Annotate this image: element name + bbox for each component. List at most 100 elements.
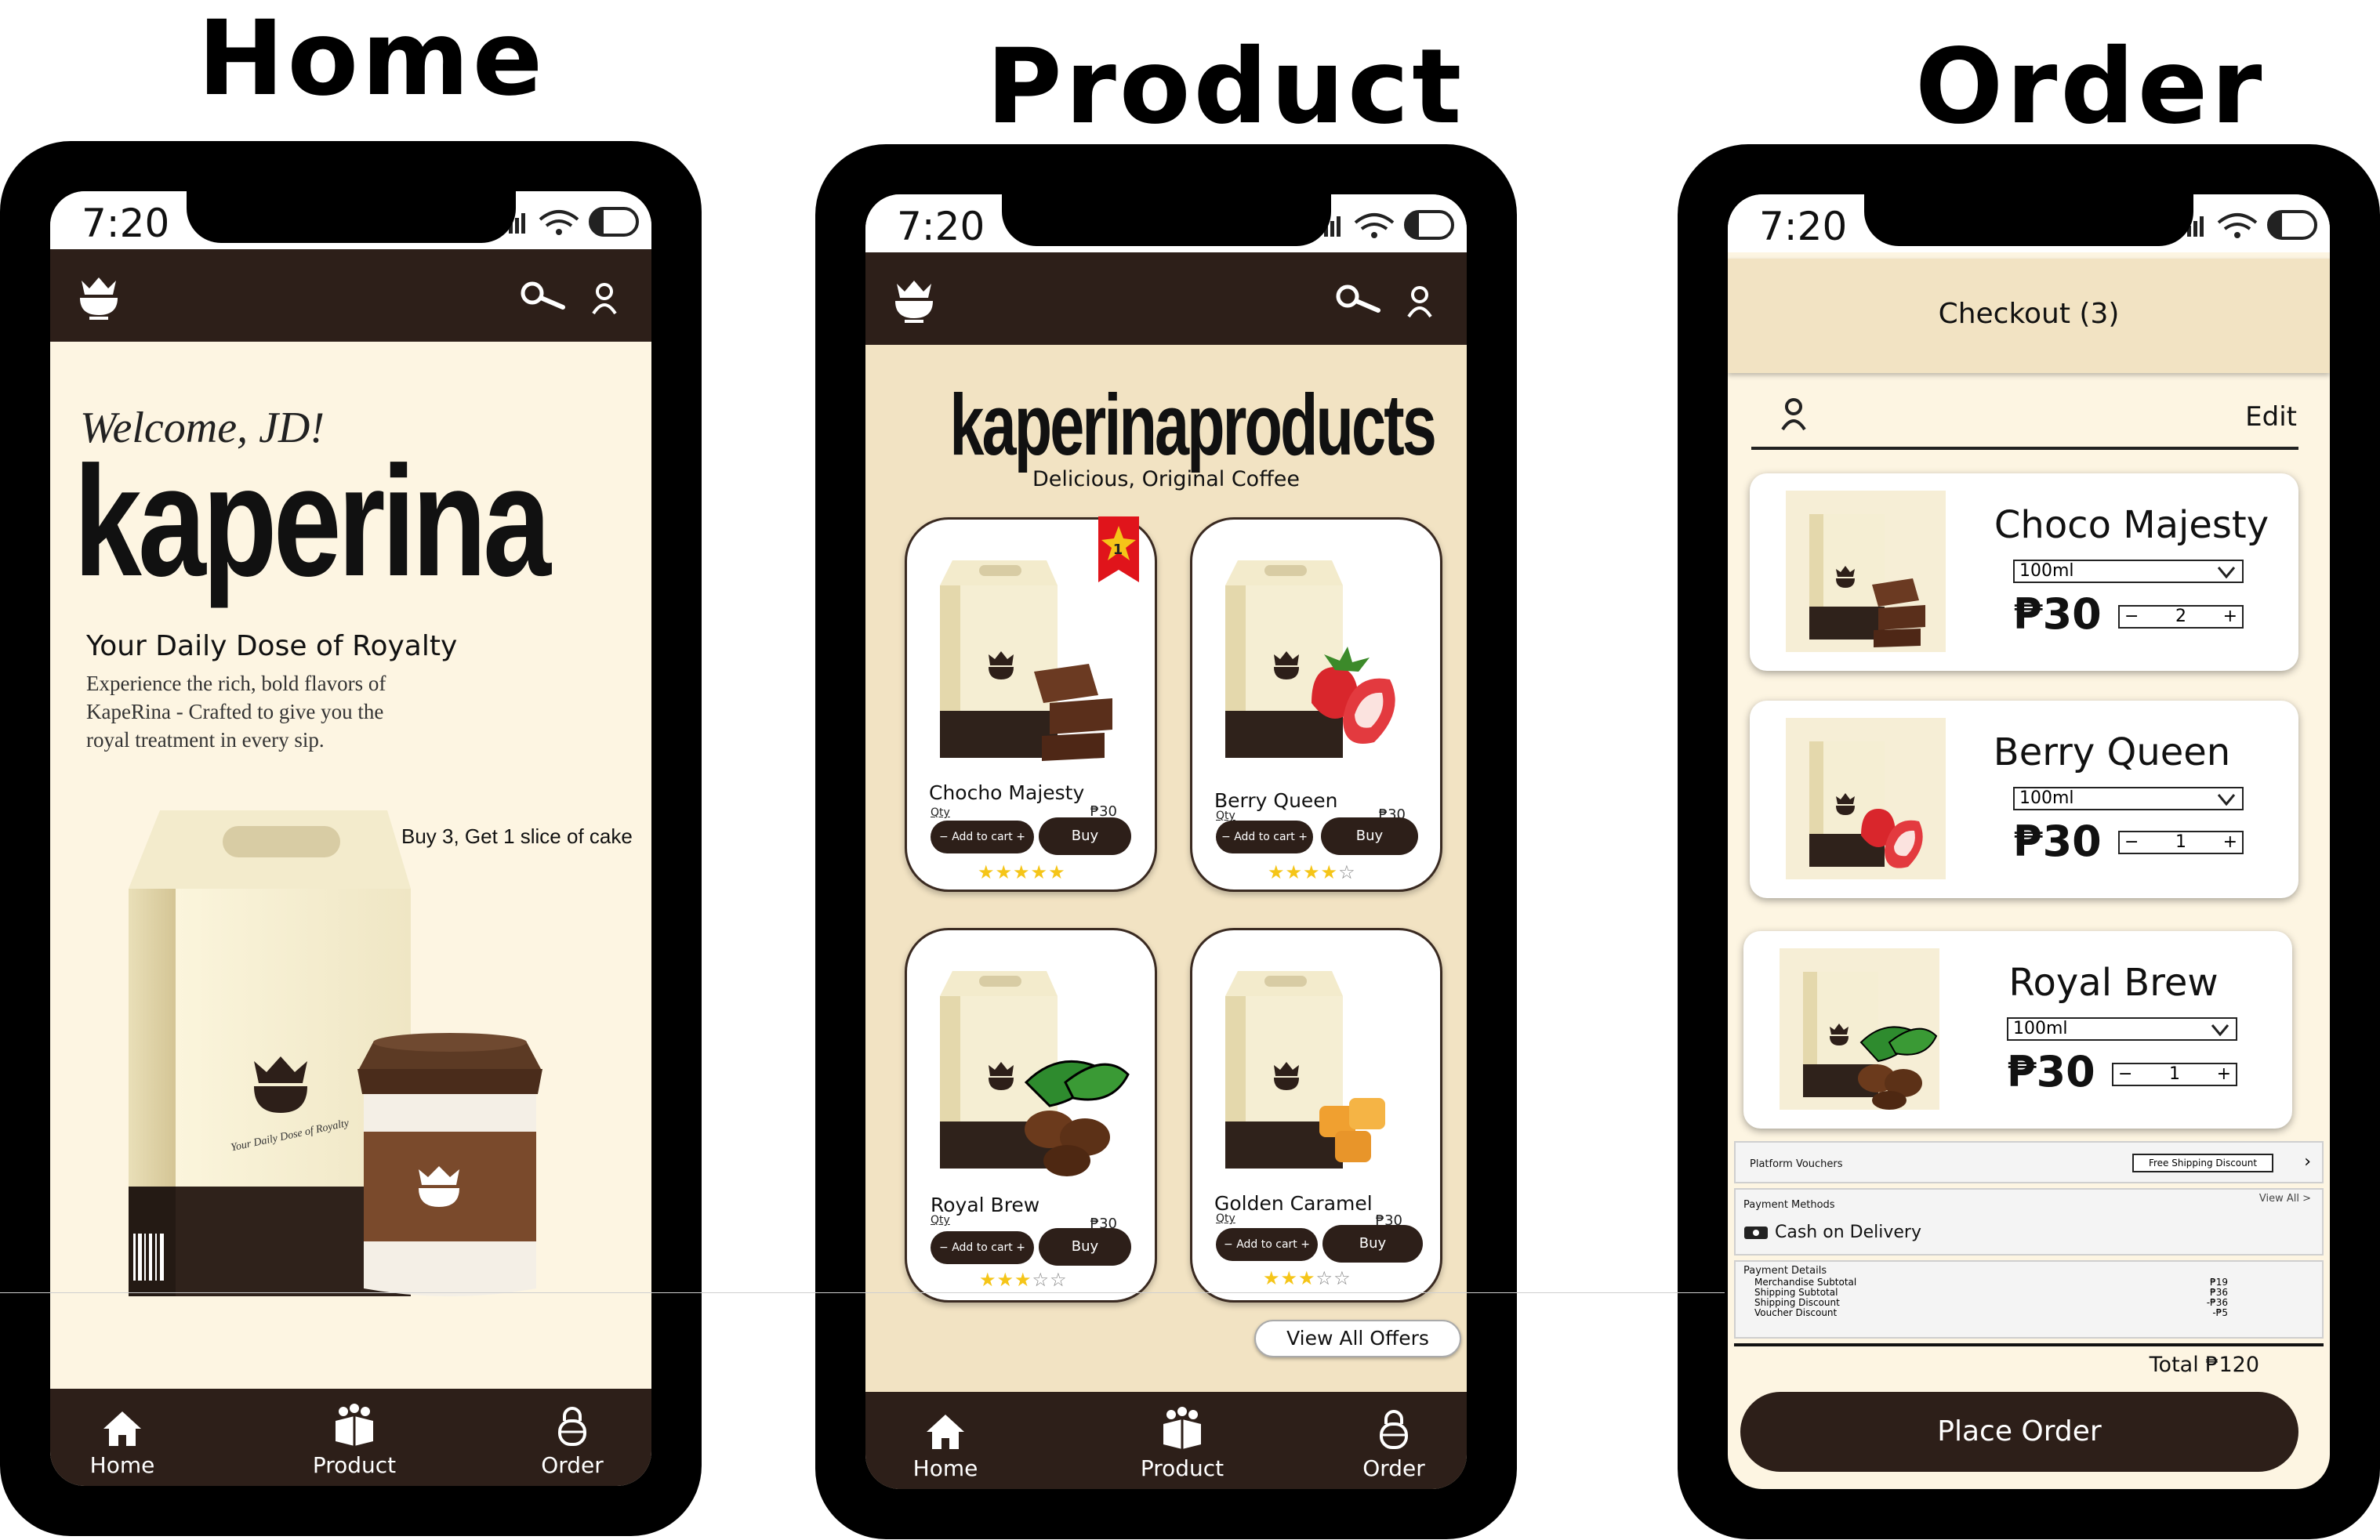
platform-vouchers-row[interactable]: Platform Vouchers Free Shipping Discount…	[1734, 1141, 2324, 1183]
product-card[interactable]: Golden Caramel Qty ₱30 − Add to cart + B…	[1190, 928, 1442, 1303]
buy-button[interactable]: Buy	[1322, 1225, 1423, 1263]
quantity-stepper[interactable]: − 1 +	[2112, 1063, 2237, 1086]
nav-home-label: Home	[89, 1452, 155, 1478]
vouchers-label: Platform Vouchers	[1750, 1158, 1843, 1170]
divider	[1751, 447, 2298, 450]
chevron-down-icon	[2217, 794, 2236, 806]
star-filled-icon: ★	[978, 861, 996, 883]
order-screen: 7:20 Checkout (3) Edit Choco Majesty 100…	[1728, 194, 2330, 1489]
chevron-down-icon	[2217, 567, 2236, 578]
nav-product[interactable]: Product	[1119, 1407, 1245, 1481]
chevron-down-icon	[2211, 1024, 2229, 1036]
coffee-bag-strawberry-image	[1225, 560, 1395, 758]
divider	[1734, 1343, 2324, 1346]
promo-text: Buy 3, Get 1 slice of cake	[401, 824, 633, 848]
nav-home[interactable]: Home	[883, 1413, 1008, 1481]
voucher-tag[interactable]: Free Shipping Discount	[2132, 1154, 2273, 1172]
view-all-offers-button[interactable]: View All Offers	[1254, 1320, 1461, 1357]
star-filled-icon: ★	[996, 1269, 1015, 1291]
order-screen-title: Order	[1915, 27, 2266, 147]
status-icons	[509, 207, 639, 237]
nav-home[interactable]: Home	[60, 1410, 185, 1478]
chevron-right-icon: ›	[2304, 1152, 2311, 1172]
status-time: 7:20	[1759, 204, 1848, 249]
nav-order[interactable]: Order	[510, 1407, 635, 1478]
star-filled-icon: ★	[979, 1269, 997, 1291]
home-icon	[103, 1411, 141, 1446]
payment-details-panel: Payment Details Merchandise Subtotal ₱19 …	[1734, 1260, 2324, 1339]
star-rating: ★★★☆☆	[1263, 1267, 1351, 1289]
star-empty-icon: ☆	[1032, 1269, 1050, 1291]
checkout-title: Checkout (3)	[1938, 298, 2120, 330]
quantity-stepper[interactable]: − 2 +	[2118, 605, 2244, 629]
notch	[1864, 194, 2193, 246]
add-to-cart-button[interactable]: − Add to cart +	[931, 1231, 1034, 1264]
add-to-cart-button[interactable]: − Add to cart +	[1216, 821, 1313, 853]
detail-label: Voucher Discount	[1754, 1307, 1838, 1318]
profile-icon[interactable]	[1406, 284, 1434, 318]
star-filled-icon: ★	[1013, 861, 1031, 883]
quantity-stepper[interactable]: − 1 +	[2118, 831, 2244, 854]
star-filled-icon: ★	[1268, 861, 1286, 883]
order-item-card: Royal Brew 100ml ₱30 − 1 +	[1743, 931, 2292, 1129]
buy-button[interactable]: Buy	[1039, 817, 1131, 855]
qty-label: Qty	[931, 1214, 950, 1227]
payment-methods-panel[interactable]: Payment Methods View All > Cash on Deliv…	[1734, 1188, 2324, 1256]
product-card[interactable]: Berry Queen Qty ₱30 − Add to cart + Buy …	[1190, 517, 1442, 892]
product-card[interactable]: Royal Brew Qty ₱30 − Add to cart + Buy ★…	[905, 928, 1157, 1303]
add-to-cart-button[interactable]: − Add to cart +	[1216, 1228, 1318, 1261]
buy-button[interactable]: Buy	[1039, 1228, 1131, 1266]
star-filled-icon: ★	[1285, 861, 1304, 883]
star-rating: ★★★★☆	[1268, 861, 1356, 883]
size-select[interactable]: 100ml	[2013, 787, 2244, 810]
description: Experience the rich, bold flavors of Kap…	[86, 672, 386, 752]
increment-button[interactable]: +	[2223, 607, 2237, 627]
buy-button[interactable]: Buy	[1321, 817, 1418, 855]
star-filled-icon: ★	[1303, 861, 1321, 883]
product-card[interactable]: 1 Chocho Majesty Qty ₱30 − Add to cart +…	[905, 516, 1157, 892]
order-item-price: ₱30	[2007, 1047, 2095, 1096]
add-to-cart-label: Add to cart	[1236, 1238, 1297, 1251]
add-to-cart-button[interactable]: − Add to cart +	[931, 821, 1034, 853]
order-item-price: ₱30	[2013, 817, 2102, 866]
product-screen-title: Product	[986, 27, 1465, 147]
search-icon[interactable]	[520, 281, 567, 312]
bottom-nav: Home Product Order	[865, 1392, 1467, 1489]
home-phone: 7:20 Welcome, JD! kaperina Your Daily Do…	[0, 141, 702, 1536]
nav-order[interactable]: Order	[1331, 1410, 1457, 1481]
size-select[interactable]: 100ml	[2007, 1017, 2237, 1041]
coffee-bag-chocolate-image	[940, 560, 1112, 761]
increment-button[interactable]: +	[2223, 832, 2237, 853]
qty-label: Qty	[931, 806, 950, 819]
star-empty-icon: ☆	[1050, 1269, 1068, 1291]
product-name: Royal Brew	[931, 1194, 1040, 1216]
status-icons	[1324, 210, 1454, 240]
view-all-link[interactable]: View All >	[2259, 1193, 2311, 1205]
star-filled-icon: ★	[1320, 861, 1339, 883]
star-filled-icon: ★	[1030, 861, 1049, 883]
coffee-bag-and-cup-illustration: Your Daily Dose of Royalty	[129, 810, 542, 1296]
coffee-bag-coffee-bean-image	[1780, 948, 1939, 1110]
cash-icon	[1744, 1227, 1768, 1239]
app-bar	[50, 249, 651, 342]
gift-box-icon	[336, 1404, 373, 1446]
place-order-button[interactable]: Place Order	[1740, 1392, 2298, 1472]
search-icon[interactable]	[1335, 284, 1382, 315]
order-item-card: Choco Majesty 100ml ₱30 − 2 +	[1750, 473, 2298, 671]
order-item-name: Berry Queen	[1993, 730, 2231, 774]
gift-box-icon	[1163, 1407, 1201, 1449]
home-icon	[927, 1415, 964, 1449]
product-name: Chocho Majesty	[929, 781, 1085, 804]
nav-product[interactable]: Product	[292, 1404, 417, 1478]
size-value: 100ml	[2013, 1019, 2068, 1038]
size-select[interactable]: 100ml	[2013, 560, 2244, 583]
checkout-header: Checkout (3)	[1728, 259, 2330, 373]
increment-button[interactable]: +	[2217, 1064, 2231, 1085]
star-filled-icon: ★	[1048, 861, 1066, 883]
notch	[1001, 194, 1331, 246]
profile-icon[interactable]	[590, 281, 619, 315]
edit-link[interactable]: Edit	[2245, 401, 2297, 433]
product-phone: 7:20 kaperinaproducts Delicious, Origina…	[815, 144, 1517, 1539]
order-item-price: ₱30	[2013, 589, 2102, 639]
star-empty-icon: ☆	[1333, 1267, 1351, 1289]
